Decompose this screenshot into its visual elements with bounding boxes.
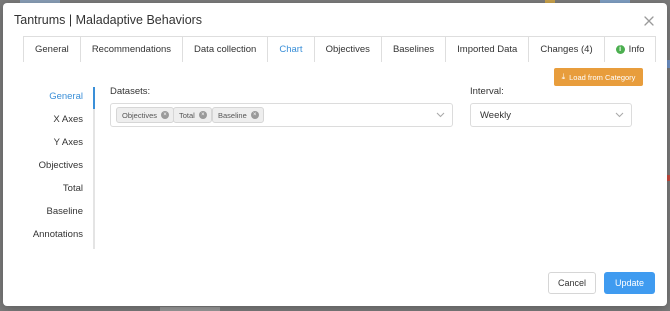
tab-bar: General Recommendations Data collection … <box>23 36 657 62</box>
chip-label: Baseline <box>218 110 247 120</box>
dataset-chip-baseline: Baseline × <box>212 107 264 123</box>
tab-baselines[interactable]: Baselines <box>380 36 447 62</box>
update-button[interactable]: Update <box>604 272 655 294</box>
chart-settings-nav: General X Axes Y Axes Objectives Total B… <box>23 87 95 249</box>
datasets-multiselect[interactable]: Objectives × Total × Baseline × <box>110 103 453 127</box>
datasets-label: Datasets: <box>110 86 151 97</box>
interval-label: Interval: <box>470 86 504 97</box>
load-from-category-button[interactable]: ⤓ Load from Category <box>554 68 643 86</box>
background-element <box>160 307 220 311</box>
side-nav-baseline[interactable]: Baseline <box>47 206 83 217</box>
modal-title: Tantrums | Maladaptive Behaviors <box>14 13 203 27</box>
chip-label: Total <box>179 110 195 120</box>
tab-label: General <box>35 44 69 55</box>
side-nav-y-axes[interactable]: Y Axes <box>54 137 83 148</box>
chevron-down-icon <box>615 112 624 118</box>
tab-imported-data[interactable]: Imported Data <box>445 36 530 62</box>
interval-value: Weekly <box>480 110 511 121</box>
interval-select[interactable]: Weekly <box>470 103 632 127</box>
tab-label: Recommendations <box>91 44 172 55</box>
tab-info[interactable]: i Info <box>603 36 657 62</box>
close-icon <box>644 16 654 26</box>
load-button-label: Load from Category <box>569 72 636 82</box>
chip-label: Objectives <box>122 110 158 120</box>
active-indicator <box>93 87 95 109</box>
tab-label: Info <box>628 44 645 55</box>
tab-recommendations[interactable]: Recommendations <box>79 36 184 62</box>
remove-chip-icon[interactable]: × <box>161 111 170 119</box>
chevron-down-icon <box>436 112 445 118</box>
tab-objectives[interactable]: Objectives <box>313 36 382 62</box>
remove-chip-icon[interactable]: × <box>198 111 207 119</box>
tab-label: Imported Data <box>457 44 518 55</box>
tab-label: Changes (4) <box>540 44 593 55</box>
side-nav-total[interactable]: Total <box>63 183 83 194</box>
info-icon: i <box>615 45 625 54</box>
dataset-chip-objectives: Objectives × <box>116 107 175 123</box>
tab-changes[interactable]: Changes (4) <box>528 36 605 62</box>
tab-chart[interactable]: Chart <box>267 36 315 62</box>
tab-label: Chart <box>279 44 303 55</box>
tab-label: Baselines <box>392 44 435 55</box>
tab-label: Data collection <box>194 44 257 55</box>
close-button[interactable] <box>643 15 655 27</box>
edit-behavior-modal: Tantrums | Maladaptive Behaviors General… <box>3 3 667 306</box>
remove-chip-icon[interactable]: × <box>250 111 259 119</box>
cancel-button[interactable]: Cancel <box>548 272 596 294</box>
dataset-chip-total: Total × <box>173 107 212 123</box>
side-nav-x-axes[interactable]: X Axes <box>53 114 83 125</box>
side-nav-general[interactable]: General <box>49 91 83 102</box>
tab-general[interactable]: General <box>23 36 81 62</box>
tab-data-collection[interactable]: Data collection <box>182 36 269 62</box>
download-icon: ⤓ <box>561 72 566 81</box>
side-nav-objectives[interactable]: Objectives <box>39 160 83 171</box>
side-nav-annotations[interactable]: Annotations <box>33 229 83 240</box>
tab-label: Objectives <box>325 44 370 55</box>
